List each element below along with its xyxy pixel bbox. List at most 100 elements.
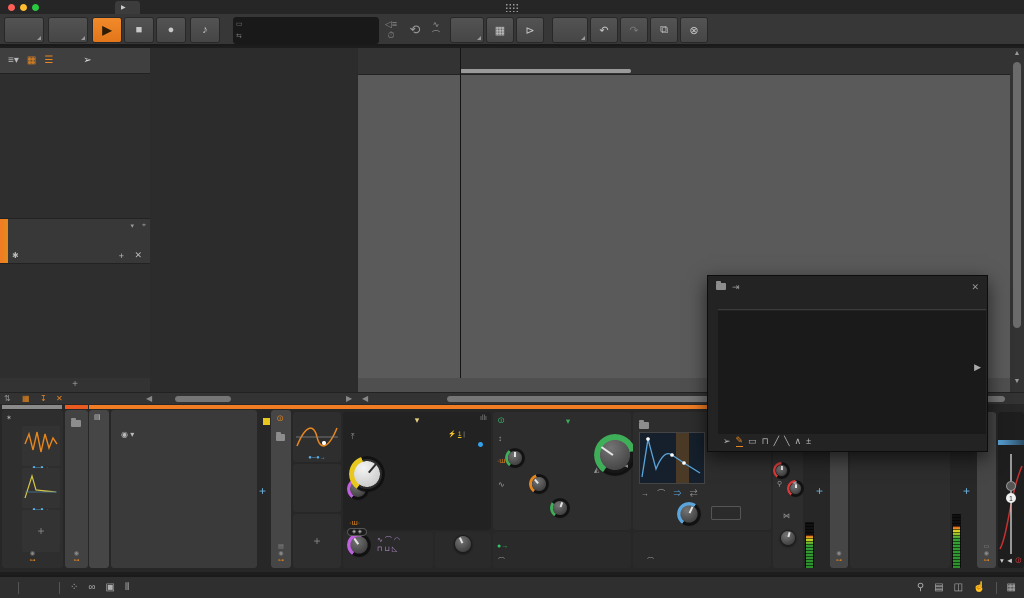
modulator-icon[interactable]: ✱ xyxy=(12,251,19,260)
unison-icons[interactable]: ⚡ 1 | xyxy=(448,430,465,438)
undo-icon[interactable]: ↶ xyxy=(590,17,618,43)
track-sort-icon[interactable]: ≡▾ xyxy=(8,55,19,66)
segments-note-select[interactable] xyxy=(711,506,741,520)
import-icon[interactable]: ⇥ xyxy=(732,282,740,293)
wavetable-display[interactable] xyxy=(375,428,455,488)
filter-slope-icon[interactable]: ◭ xyxy=(594,466,599,474)
scroll-up-icon[interactable]: ▲ xyxy=(1010,50,1024,57)
edit-menu-button[interactable] xyxy=(552,17,588,43)
project-tab[interactable]: ▶ xyxy=(115,1,140,14)
file-icon[interactable]: ▤ xyxy=(934,582,943,593)
transport-display[interactable]: ▭ ⇆ xyxy=(233,17,379,44)
out-spread-knob[interactable] xyxy=(780,530,796,546)
add-modulator-button[interactable]: + xyxy=(22,510,60,552)
arranger-vertical-scrollbar[interactable]: ▲ ▼ xyxy=(1010,48,1024,392)
insert-scene-icon[interactable]: ↧ xyxy=(40,394,47,403)
filter-power-icon[interactable]: ⏼ xyxy=(498,416,504,426)
close-window-icon[interactable] xyxy=(8,4,15,11)
noise-knob[interactable] xyxy=(454,535,472,553)
metronome-icon[interactable]: ⏱ xyxy=(387,30,394,41)
wonky-device-tab[interactable]: ▤ xyxy=(89,410,109,568)
vscroll-thumb[interactable] xyxy=(1013,62,1021,328)
phase-icon[interactable]: ⤒ xyxy=(351,432,355,442)
arranger-view-icon[interactable]: ☰ xyxy=(44,55,53,66)
redo-icon[interactable]: ↷ xyxy=(620,17,648,43)
device-dropdown-icon[interactable]: ▾ xyxy=(130,222,134,230)
filter-lfo-knob[interactable] xyxy=(549,498,570,518)
add-lane-icon[interactable]: + xyxy=(119,251,124,261)
timeline-ruler[interactable] xyxy=(358,48,1010,75)
cursor-tool-icon[interactable]: ➢ xyxy=(723,436,731,447)
segments-loop-mode-icons[interactable]: → ⌒ ⇒ ⇄ xyxy=(641,488,701,499)
shuffle-icon[interactable]: ⇅ xyxy=(4,394,11,403)
pointer-tool-icon[interactable]: ➢ xyxy=(83,55,91,66)
polymer-device-tab[interactable]: ⏼ ▤ ◉ ⊶ xyxy=(263,410,291,568)
bipolar-icon[interactable]: ± xyxy=(806,436,811,446)
close-popup-icon[interactable]: ✕ xyxy=(971,282,979,293)
popup-ruler[interactable] xyxy=(718,298,986,310)
loop-icon[interactable]: ⟲ xyxy=(402,17,428,43)
index-knob[interactable] xyxy=(349,456,386,492)
search-icon[interactable]: ⚲ xyxy=(917,582,924,593)
wavetable-title[interactable]: ▾ xyxy=(343,412,491,426)
cue-metronome-icons[interactable]: ◁≡ ⏱ xyxy=(382,17,400,43)
grid-menu-icon[interactable] xyxy=(505,3,519,12)
playhead[interactable] xyxy=(460,48,461,378)
scroll-down-icon[interactable]: ▼ xyxy=(1010,378,1024,385)
remotes-page-select[interactable]: ◉ ▾ xyxy=(121,430,134,439)
add-audio-track-icon[interactable]: ⊳ xyxy=(516,17,544,43)
arranger-scroll-left-icon[interactable]: ◀ xyxy=(362,394,368,403)
minimize-window-icon[interactable] xyxy=(20,4,27,11)
segments-display[interactable] xyxy=(639,432,705,484)
project-footer-icons[interactable]: ◉ ⊶ xyxy=(2,551,63,565)
add-track-button[interactable]: + xyxy=(0,378,150,392)
pin-icon[interactable]: ⌖ xyxy=(142,222,146,230)
add-menu-button[interactable] xyxy=(450,17,484,43)
filter-env-knob[interactable] xyxy=(505,448,525,468)
sub-knob[interactable] xyxy=(347,533,371,557)
preview-play-icon[interactable]: ▶ xyxy=(974,362,981,373)
stop-button[interactable]: ■ xyxy=(124,17,154,43)
sync-pill[interactable]: ◈ ◈ xyxy=(347,528,367,536)
delete-icon[interactable]: ⊗ xyxy=(680,17,708,43)
device-power-icon[interactable]: ⏼ xyxy=(277,414,283,424)
out-vel-knob[interactable] xyxy=(773,462,790,479)
copy-icon[interactable]: ⧉ xyxy=(650,17,678,43)
step-tool-icon[interactable]: ⊓ xyxy=(762,436,769,447)
add-device-button[interactable]: + xyxy=(259,484,266,498)
punch-icon[interactable]: ⇆ xyxy=(236,31,246,42)
dual-panel-icon[interactable]: ▣ xyxy=(106,582,115,593)
envelope-graph[interactable] xyxy=(718,311,986,434)
automation-follow-icons[interactable]: ∿ ⌒ xyxy=(428,17,444,43)
popup-header[interactable]: ⇥ ✕ xyxy=(708,276,987,298)
sub-octave-options[interactable] xyxy=(379,560,383,567)
file-menu-button[interactable] xyxy=(4,17,44,43)
filter-keytrack-knob[interactable] xyxy=(529,474,550,494)
connections-icon[interactable]: ∞ xyxy=(88,582,95,593)
snap-icon[interactable]: ⁘ xyxy=(70,582,78,593)
pencil-tool-icon[interactable]: ✎ xyxy=(735,435,744,447)
folder-icon[interactable] xyxy=(276,428,285,446)
rect-tool-icon[interactable]: ▭ xyxy=(748,436,757,447)
ramp-down-tool-icon[interactable]: ╲ xyxy=(784,436,789,447)
add-instrument-track-icon[interactable]: ▦ xyxy=(486,17,514,43)
launcher-view-icon[interactable]: ▦ xyxy=(27,55,36,66)
eq-footer[interactable]: ▾ ◄ ⏼ xyxy=(1000,556,1021,566)
play-menu-button[interactable] xyxy=(48,17,88,43)
add-device-button[interactable]: + xyxy=(816,484,823,498)
launcher-scroll-left-icon[interactable]: ◀ xyxy=(146,394,152,403)
overdub-icon[interactable]: ♪ xyxy=(190,17,220,43)
play-button[interactable]: ▶ xyxy=(92,17,122,43)
ruler-selection[interactable] xyxy=(460,69,631,73)
maximize-window-icon[interactable] xyxy=(32,4,39,11)
filter-cutoff-knob[interactable] xyxy=(594,434,637,476)
launcher-scroll-right-icon[interactable]: ▶ xyxy=(346,394,352,403)
triangle-tool-icon[interactable]: ∧ xyxy=(794,436,801,447)
loop-range-icon[interactable]: ▭ xyxy=(236,19,246,30)
close-lane-icon[interactable]: ✕ xyxy=(134,250,142,261)
piano-icon[interactable]: ▦ xyxy=(1007,582,1016,593)
group3-device-tab[interactable]: ◉ ⊶ xyxy=(65,410,88,568)
sub-waveform-icons[interactable]: ∿⌒◠ ⊓⊔◺ xyxy=(377,535,402,553)
launcher-hscroll-thumb[interactable] xyxy=(175,396,231,402)
segments-rate-knob[interactable] xyxy=(677,502,701,526)
